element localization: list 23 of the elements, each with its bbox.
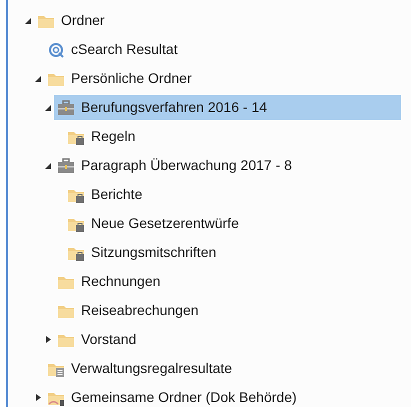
tree-item[interactable]: Gemeinsame Ordner (Dok Behörde)	[71, 387, 297, 407]
tree-item[interactable]: Ordner	[61, 10, 105, 31]
tree-item[interactable]: Regeln	[91, 126, 136, 147]
tree-item[interactable]: Berufungsverfahren 2016 - 14	[81, 97, 268, 118]
collapse-icon[interactable]	[24, 16, 32, 25]
tree-item[interactable]: Neue Gesetzerentwürfe	[91, 213, 239, 234]
collapse-icon[interactable]	[34, 74, 42, 83]
collapse-icon[interactable]	[44, 103, 52, 112]
tree-item[interactable]: Berichte	[91, 184, 142, 205]
tree-item[interactable]: cSearch Resultat	[71, 39, 178, 60]
tree-item[interactable]: Sitzungsmitschriften	[91, 242, 216, 263]
tree-item[interactable]: Vorstand	[81, 329, 136, 350]
briefcase-icon	[57, 158, 75, 174]
tree-item[interactable]: Paragraph Überwachung 2017 - 8	[81, 155, 292, 176]
search-icon	[47, 42, 65, 58]
tree-item[interactable]: Reiseabrechungen	[81, 300, 199, 321]
briefcase-icon	[57, 100, 75, 116]
tree-item[interactable]: Verwaltungsregalresultate	[71, 358, 232, 379]
collapse-icon[interactable]	[44, 161, 52, 170]
tree-item[interactable]: Rechnungen	[81, 271, 160, 292]
tree-item[interactable]: Persönliche Ordner	[71, 68, 192, 89]
expand-icon[interactable]	[44, 335, 52, 344]
expand-icon[interactable]	[34, 393, 42, 402]
